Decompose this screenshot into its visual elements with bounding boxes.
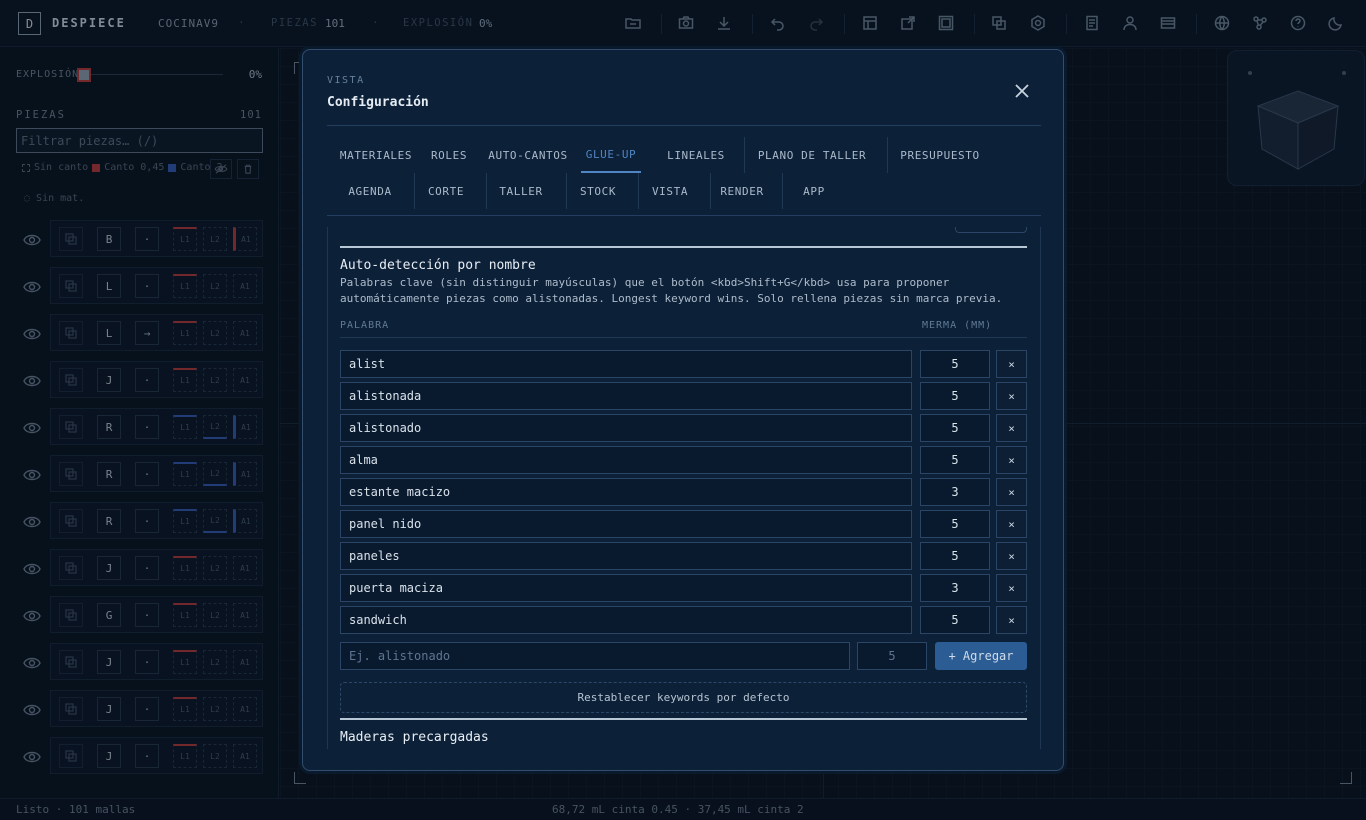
header-underline: [340, 337, 1027, 338]
tab-roles[interactable]: ROLES: [419, 137, 479, 173]
keyword-word-input[interactable]: alistonado: [340, 414, 912, 442]
header-divider: [327, 125, 1041, 126]
modal-subtitle: VISTA: [327, 75, 365, 86]
tabs-divider: [327, 215, 1041, 216]
tab-agenda[interactable]: AGENDA: [337, 173, 403, 209]
modal-title: Configuración: [327, 95, 429, 110]
remove-keyword-button[interactable]: ×: [996, 510, 1027, 538]
remove-keyword-button[interactable]: ×: [996, 542, 1027, 570]
keyword-word-input[interactable]: alist: [340, 350, 912, 378]
remove-keyword-button[interactable]: ×: [996, 382, 1027, 410]
scrolled-control[interactable]: [955, 227, 1027, 233]
tab-stock[interactable]: STOCK: [567, 173, 629, 209]
tab-lineales[interactable]: LINEALES: [655, 137, 737, 173]
tab-render[interactable]: RENDER: [711, 173, 773, 209]
keyword-word-input[interactable]: panel nido: [340, 510, 912, 538]
keyword-word-input[interactable]: alma: [340, 446, 912, 474]
tab-taller[interactable]: TALLER: [487, 173, 555, 209]
tab-divider: [744, 137, 745, 173]
tab-divider: [887, 137, 888, 173]
tab-divider: [710, 173, 711, 209]
remove-keyword-button[interactable]: ×: [996, 446, 1027, 474]
keyword-word-input[interactable]: estante macizo: [340, 478, 912, 506]
section-description: Palabras clave (sin distinguir mayúscula…: [340, 276, 1003, 305]
keyword-merma-input[interactable]: 5: [920, 606, 990, 634]
config-modal: VISTA Configuración MATERIALES ROLES AUTO-…: [302, 49, 1064, 771]
remove-keyword-button[interactable]: ×: [996, 478, 1027, 506]
close-icon: [1015, 84, 1029, 98]
tab-app[interactable]: APP: [783, 173, 845, 209]
tab-divider: [782, 173, 783, 209]
tab-vista[interactable]: VISTA: [639, 173, 701, 209]
reset-keywords-button[interactable]: Restablecer keywords por defecto: [340, 682, 1027, 713]
keyword-merma-input[interactable]: 5: [920, 446, 990, 474]
remove-keyword-button[interactable]: ×: [996, 574, 1027, 602]
remove-keyword-button[interactable]: ×: [996, 350, 1027, 378]
col-header-word: PALABRA: [340, 320, 390, 331]
tab-divider: [566, 173, 567, 209]
keyword-merma-input[interactable]: 5: [920, 350, 990, 378]
keyword-merma-input[interactable]: 5: [920, 510, 990, 538]
tab-divider: [638, 173, 639, 209]
next-section-title: Maderas precargadas: [340, 730, 489, 745]
section-title: Auto-detección por nombre: [340, 258, 536, 273]
section-divider: [340, 246, 1027, 248]
keyword-merma-input[interactable]: 5: [920, 414, 990, 442]
keyword-merma-input[interactable]: 3: [920, 574, 990, 602]
add-keyword-button[interactable]: + Agregar: [935, 642, 1027, 670]
new-keyword-input[interactable]: Ej. alistonado: [340, 642, 850, 670]
keyword-merma-input[interactable]: 5: [920, 542, 990, 570]
close-button[interactable]: [1013, 82, 1031, 100]
keyword-word-input[interactable]: sandwich: [340, 606, 912, 634]
tab-auto-cantos[interactable]: AUTO-CANTOS: [479, 137, 577, 173]
keyword-word-input[interactable]: puerta maciza: [340, 574, 912, 602]
keyword-word-input[interactable]: alistonada: [340, 382, 912, 410]
tab-divider: [414, 173, 415, 209]
tab-glue-up[interactable]: GLUE-UP: [581, 137, 641, 173]
col-header-merma: MERMA (MM): [922, 320, 993, 331]
glue-up-panel: Auto-detección por nombre Palabras clave…: [327, 227, 1041, 749]
tab-corte[interactable]: CORTE: [415, 173, 477, 209]
tab-materiales[interactable]: MATERIALES: [327, 137, 425, 173]
keyword-merma-input[interactable]: 3: [920, 478, 990, 506]
section-divider: [340, 718, 1027, 720]
new-merma-input[interactable]: 5: [857, 642, 927, 670]
keyword-merma-input[interactable]: 5: [920, 382, 990, 410]
remove-keyword-button[interactable]: ×: [996, 606, 1027, 634]
tab-plano-de-taller[interactable]: PLANO DE TALLER: [749, 137, 875, 173]
tab-divider: [486, 173, 487, 209]
keyword-word-input[interactable]: paneles: [340, 542, 912, 570]
remove-keyword-button[interactable]: ×: [996, 414, 1027, 442]
tab-presupuesto[interactable]: PRESUPUESTO: [885, 137, 995, 173]
